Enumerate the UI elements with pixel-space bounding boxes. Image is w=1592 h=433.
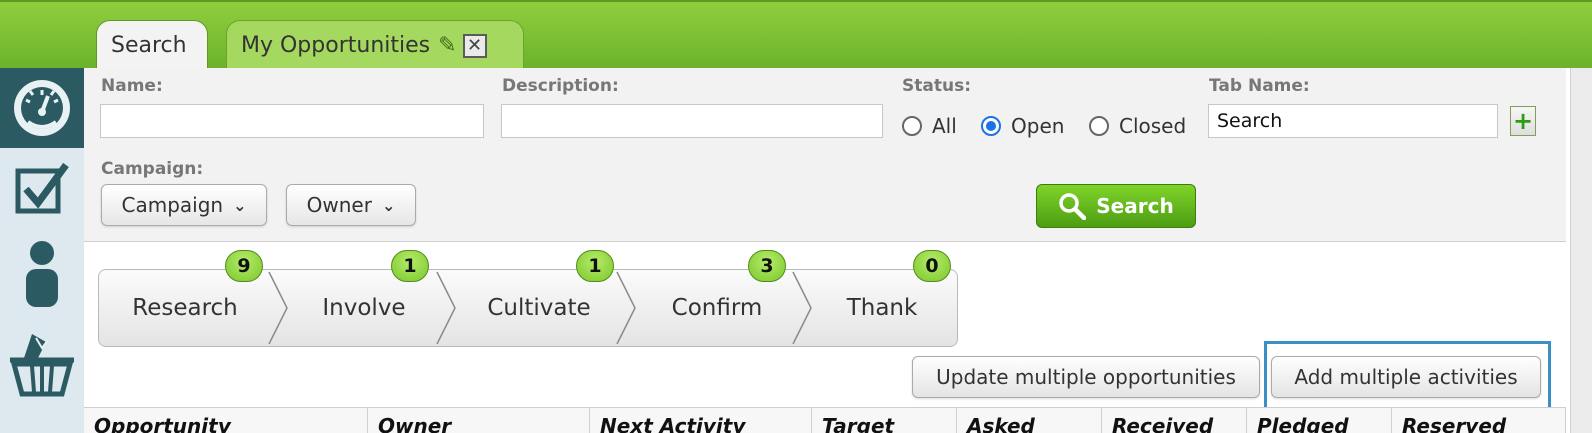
column-header-asked[interactable]: Asked <box>957 408 1102 433</box>
chevron-down-icon: ⌄ <box>233 195 247 215</box>
pipeline-stages: Research Involve Cultivate Confirm Thank <box>98 269 958 347</box>
stage-confirm[interactable]: Confirm <box>629 270 805 346</box>
stage-research-count-badge: 9 <box>225 250 263 282</box>
right-edge-panel <box>1570 68 1592 433</box>
stage-cultivate-count-badge: 1 <box>576 250 614 282</box>
chevron-down-icon: ⌄ <box>381 195 396 215</box>
status-radio-open[interactable]: Open <box>981 114 1064 138</box>
radio-closed[interactable] <box>1089 116 1109 136</box>
column-header-target[interactable]: Target <box>812 408 957 433</box>
column-header-opportunity[interactable]: Opportunity <box>84 408 368 433</box>
tab-my-opportunities-label: My Opportunities <box>241 33 431 58</box>
checkbox-task-icon <box>15 162 69 214</box>
stage-involve[interactable]: Involve <box>285 270 443 346</box>
pencil-icon[interactable]: ✎ <box>438 33 456 58</box>
stage-involve-label: Involve <box>322 295 406 321</box>
tabname-input[interactable] <box>1208 104 1498 138</box>
name-input[interactable] <box>100 104 484 138</box>
column-header-next-activity[interactable]: Next Activity <box>590 408 812 433</box>
description-label: Description: <box>502 76 619 96</box>
radio-open-label: Open <box>1011 114 1065 138</box>
magnifier-icon <box>1059 193 1087 220</box>
description-input[interactable] <box>501 104 883 138</box>
top-tab-bar: Search My Opportunities ✎ ✕ <box>0 0 1592 70</box>
column-header-reserved[interactable]: Reserved <box>1392 408 1566 433</box>
stage-confirm-count-badge: 3 <box>748 250 786 282</box>
radio-all-label: All <box>932 114 957 138</box>
tabname-label: Tab Name: <box>1209 76 1310 96</box>
radio-closed-label: Closed <box>1119 114 1187 138</box>
stage-cultivate-label: Cultivate <box>487 295 591 321</box>
column-header-received[interactable]: Received <box>1102 408 1247 433</box>
campaign-dropdown[interactable]: Campaign ⌄ <box>101 184 267 226</box>
campaign-dropdown-label: Campaign <box>121 193 224 217</box>
owner-dropdown-label: Owner <box>306 193 372 217</box>
radio-all[interactable] <box>902 116 922 136</box>
left-navigation <box>0 68 84 433</box>
column-header-owner[interactable]: Owner <box>368 408 590 433</box>
results-table-header: Opportunity Owner Next Activity Target A… <box>84 407 1566 433</box>
close-icon[interactable]: ✕ <box>462 33 487 58</box>
status-radio-closed[interactable]: Closed <box>1089 114 1186 138</box>
name-label: Name: <box>101 76 163 96</box>
owner-dropdown[interactable]: Owner ⌄ <box>286 184 416 226</box>
radio-open[interactable] <box>981 116 1001 136</box>
nav-tasks[interactable] <box>0 152 84 226</box>
add-tab-icon[interactable]: + <box>1510 106 1536 136</box>
column-header-pledged[interactable]: Pledged <box>1247 408 1392 433</box>
status-label: Status: <box>902 76 971 96</box>
stage-thank-count-badge: 0 <box>913 250 951 282</box>
search-button[interactable]: Search <box>1036 184 1196 228</box>
person-icon <box>26 241 58 307</box>
stage-involve-count-badge: 1 <box>391 250 429 282</box>
update-multiple-label: Update multiple opportunities <box>936 365 1236 389</box>
nav-gifts[interactable] <box>0 322 84 406</box>
campaign-label: Campaign: <box>101 159 204 179</box>
basket-gift-icon <box>10 334 74 397</box>
nav-dashboard[interactable] <box>0 68 84 148</box>
search-form: Name: Description: Status: All Open Clos… <box>84 68 1566 242</box>
tab-search[interactable]: Search <box>96 20 208 70</box>
selection-highlight <box>1264 341 1551 416</box>
stage-research-label: Research <box>132 295 238 321</box>
update-multiple-opportunities-button[interactable]: Update multiple opportunities <box>912 356 1260 398</box>
nav-contacts[interactable] <box>0 234 84 314</box>
stage-confirm-label: Confirm <box>671 295 763 321</box>
search-button-label: Search <box>1096 194 1174 218</box>
tab-search-label: Search <box>111 33 187 58</box>
dashboard-gauge-icon <box>14 80 70 136</box>
tab-my-opportunities[interactable]: My Opportunities ✎ ✕ <box>226 20 524 70</box>
stage-thank-label: Thank <box>846 295 918 321</box>
status-radio-all[interactable]: All <box>902 114 957 138</box>
